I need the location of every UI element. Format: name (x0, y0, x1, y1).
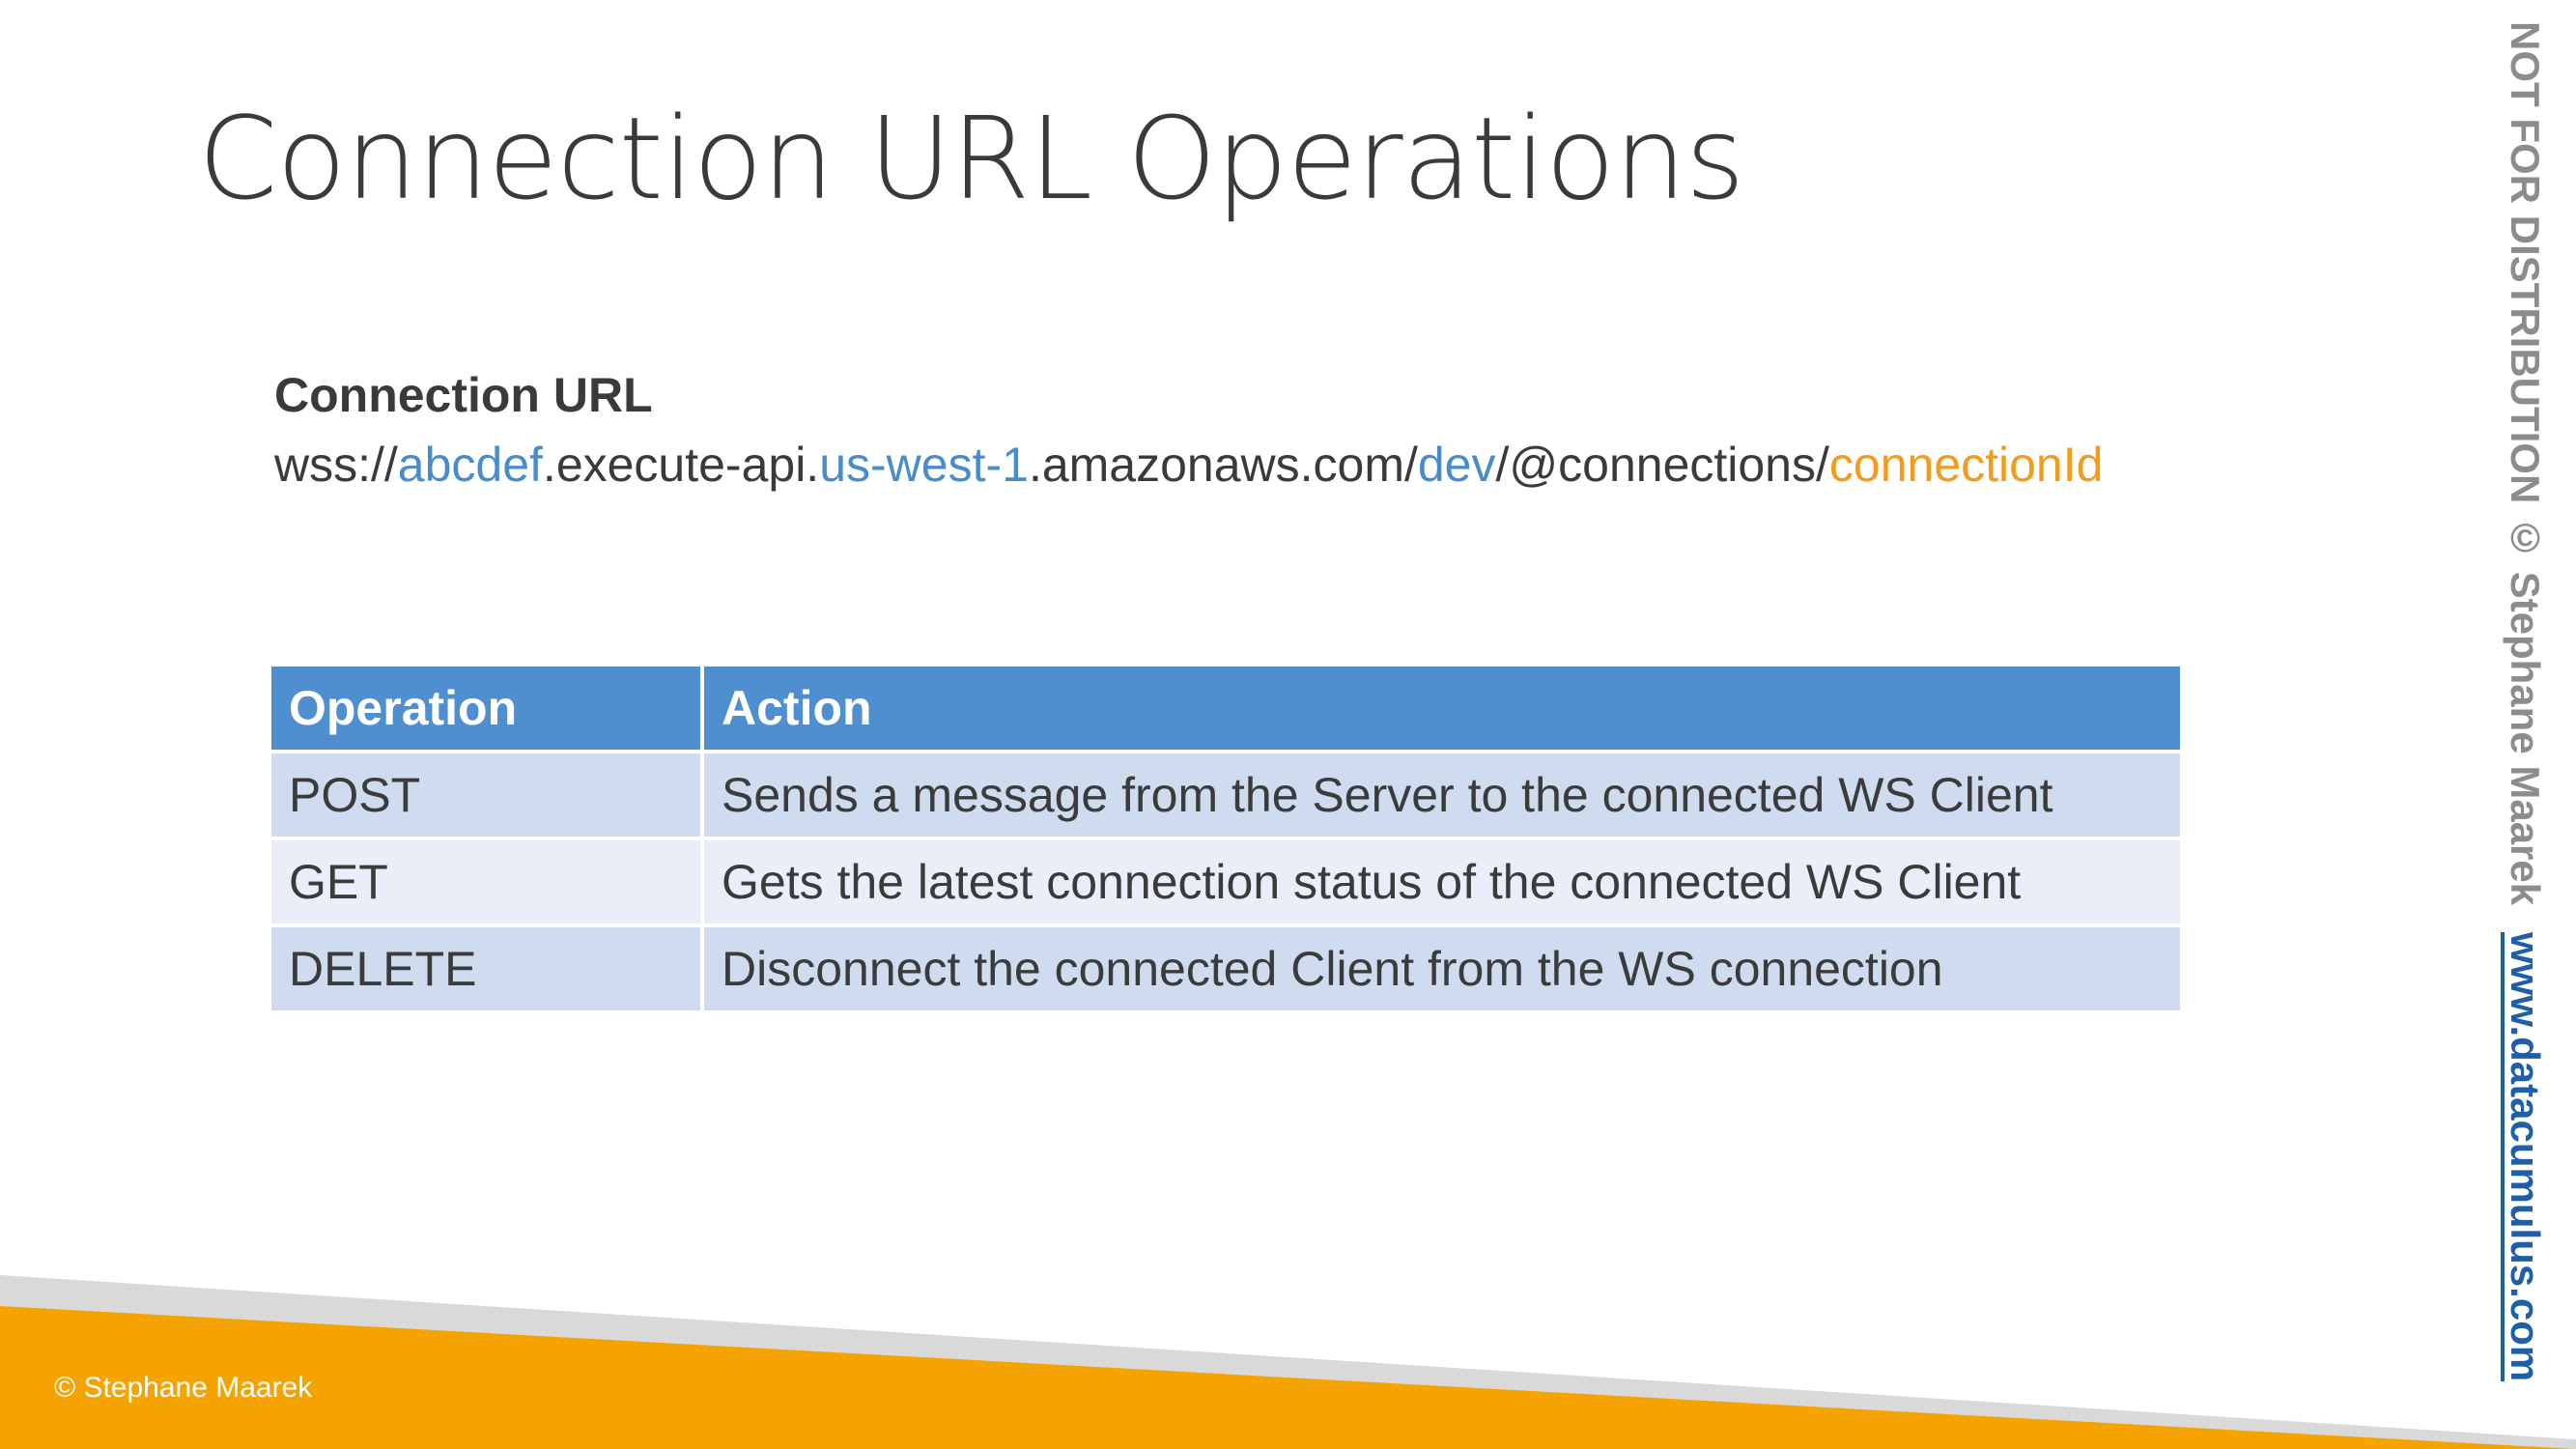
url-region: us-west-1 (819, 438, 1029, 492)
operation-cell: DELETE (271, 927, 704, 1014)
watermark-text: NOT FOR DISTRIBUTION © Stephane Maarek (2503, 21, 2548, 906)
operation-cell: GET (271, 840, 704, 927)
table-row: POST Sends a message from the Server to … (271, 753, 2180, 840)
action-cell: Disconnect the connected Client from the… (704, 927, 2180, 1014)
table-header-row: Operation Action (271, 667, 2180, 753)
column-header-action: Action (704, 667, 2180, 753)
url-connections-path: /@connections/ (1495, 438, 1829, 492)
table-row: DELETE Disconnect the connected Client f… (271, 927, 2180, 1014)
action-cell: Sends a message from the Server to the c… (704, 753, 2180, 840)
connection-url: wss://abcdef.execute-api.us-west-1.amazo… (274, 437, 2103, 493)
operation-cell: POST (271, 753, 704, 840)
footer-stripe-decoration (0, 1275, 2576, 1449)
connection-url-block: Connection URL wss://abcdef.execute-api.… (274, 367, 2103, 493)
footer-copyright: © Stephane Maarek (54, 1372, 313, 1404)
url-connection-id: connectionId (1828, 438, 2104, 492)
url-execute-api: .execute-api. (542, 438, 820, 492)
slide-title: Connection URL Operations (198, 92, 1744, 225)
table-row: GET Gets the latest connection status of… (271, 840, 2180, 927)
distribution-watermark: NOT FOR DISTRIBUTION © Stephane Maarek w… (2503, 21, 2548, 1403)
url-api-id: abcdef (397, 438, 543, 492)
action-cell: Gets the latest connection status of the… (704, 840, 2180, 927)
url-domain: .amazonaws.com/ (1028, 438, 1418, 492)
column-header-operation: Operation (271, 667, 704, 753)
url-scheme: wss:// (274, 438, 398, 492)
operations-table: Operation Action POST Sends a message fr… (271, 667, 2180, 1014)
url-stage: dev (1417, 438, 1496, 492)
connection-url-heading: Connection URL (274, 368, 653, 422)
